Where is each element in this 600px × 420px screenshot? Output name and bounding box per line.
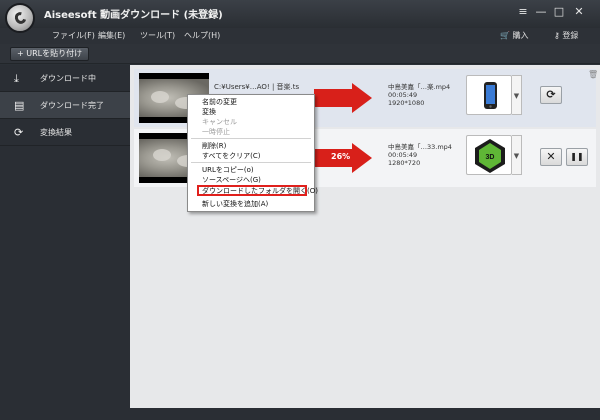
toolbar: + URLを貼り付け bbox=[0, 44, 600, 64]
sidebar-item-downloading[interactable]: ⤓ ダウンロード中 bbox=[0, 65, 130, 92]
maximize-icon[interactable]: □ bbox=[552, 5, 566, 19]
context-menu: 名前の変更 変換 キャンセル 一時停止 削除(R) すべてをクリア(C) URL… bbox=[187, 94, 318, 212]
chevron-down-icon[interactable]: ▼ bbox=[512, 75, 522, 115]
purchase-label: 購入 bbox=[512, 31, 529, 40]
menu-bar: ファイル(F) 編集(E) ツール(T) ヘルプ(H) 🛒 購入 ⚷ 登録 bbox=[0, 28, 600, 44]
minimize-icon[interactable]: — bbox=[534, 5, 548, 19]
output-filename: 中島美嘉「…33.mp4 bbox=[388, 143, 452, 151]
svg-text:3D: 3D bbox=[486, 154, 495, 161]
ctx-delete[interactable]: 削除(R) bbox=[202, 141, 226, 151]
ctx-source-page[interactable]: ソースページへ(G) bbox=[202, 175, 261, 185]
output-info: 中島美嘉「…33.mp4 00:05:49 1280*720 bbox=[388, 143, 452, 167]
convert-button[interactable]: ⟳ bbox=[540, 86, 562, 104]
window-title: Aiseesoft 動画ダウンロード (未登録) bbox=[44, 10, 223, 21]
paste-url-button[interactable]: + URLを貼り付け bbox=[10, 47, 90, 61]
menu-help[interactable]: ヘルプ(H) bbox=[184, 30, 220, 41]
menu-divider bbox=[191, 138, 311, 139]
highlight-box bbox=[197, 185, 307, 196]
source-path: C:¥Users¥…AO! | 音楽.ts bbox=[214, 83, 300, 91]
sidebar-item-label: 変換結果 bbox=[40, 128, 72, 137]
mp4-3d-icon: 3D bbox=[475, 139, 505, 173]
progress-percent: 26% bbox=[331, 152, 351, 161]
trash-icon[interactable]: 🗑 bbox=[588, 70, 598, 79]
menu-edit[interactable]: 編集(E) bbox=[98, 30, 125, 41]
pause-button[interactable]: ❚❚ bbox=[566, 148, 588, 166]
output-format-button[interactable]: 3D bbox=[466, 135, 512, 175]
output-filename: 中島美嘉「…楽.mp4 bbox=[388, 83, 451, 91]
app-logo-icon bbox=[5, 3, 35, 33]
output-duration: 00:05:49 bbox=[388, 91, 418, 99]
ctx-clear-all[interactable]: すべてをクリア(C) bbox=[202, 151, 260, 161]
title-bar: Aiseesoft 動画ダウンロード (未登録) ≡ — □ ✕ bbox=[0, 0, 600, 28]
completed-icon: ▤ bbox=[14, 99, 25, 112]
menu-file[interactable]: ファイル(F) bbox=[52, 30, 95, 41]
ctx-pause: 一時停止 bbox=[202, 128, 230, 136]
output-resolution: 1280*720 bbox=[388, 159, 421, 167]
progress-arrow bbox=[314, 83, 372, 113]
cancel-button[interactable]: ✕ bbox=[540, 148, 562, 166]
ctx-rename[interactable]: 名前の変更 bbox=[202, 97, 237, 107]
ctx-convert[interactable]: 変換 bbox=[202, 107, 216, 117]
sidebar-item-completed[interactable]: ▤ ダウンロード完了 bbox=[0, 92, 130, 119]
sidebar-item-label: ダウンロード中 bbox=[40, 74, 96, 83]
cart-icon: 🛒 bbox=[500, 31, 510, 40]
register-label: 登録 bbox=[562, 31, 579, 40]
ctx-cancel: キャンセル bbox=[202, 118, 237, 126]
status-bar bbox=[130, 408, 600, 420]
register-button[interactable]: ⚷ 登録 bbox=[554, 30, 578, 41]
output-device-button[interactable] bbox=[466, 75, 512, 115]
menu-divider bbox=[191, 162, 311, 163]
menu-tools[interactable]: ツール(T) bbox=[140, 30, 175, 41]
ctx-add-conversion[interactable]: 新しい変換を追加(A) bbox=[202, 199, 268, 209]
sidebar-item-label: ダウンロード完了 bbox=[40, 101, 104, 110]
convert-icon: ⟳ bbox=[14, 126, 24, 139]
download-icon: ⤓ bbox=[14, 72, 19, 85]
close-icon[interactable]: ✕ bbox=[572, 5, 586, 19]
chevron-down-icon[interactable]: ▼ bbox=[512, 135, 522, 175]
iphone-icon bbox=[484, 82, 497, 109]
sidebar-item-converted[interactable]: ⟳ 変換結果 bbox=[0, 119, 130, 146]
output-resolution: 1920*1080 bbox=[388, 99, 425, 107]
purchase-button[interactable]: 🛒 購入 bbox=[500, 30, 529, 41]
sidebar: ⤓ ダウンロード中 ▤ ダウンロード完了 ⟳ 変換結果 bbox=[0, 65, 130, 420]
ctx-copy-url[interactable]: URLをコピー(o) bbox=[202, 165, 254, 175]
output-duration: 00:05:49 bbox=[388, 151, 418, 159]
menu-icon[interactable]: ≡ bbox=[516, 5, 530, 19]
key-icon: ⚷ bbox=[554, 31, 560, 40]
output-info: 中島美嘉「…楽.mp4 00:05:49 1920*1080 bbox=[388, 83, 450, 107]
